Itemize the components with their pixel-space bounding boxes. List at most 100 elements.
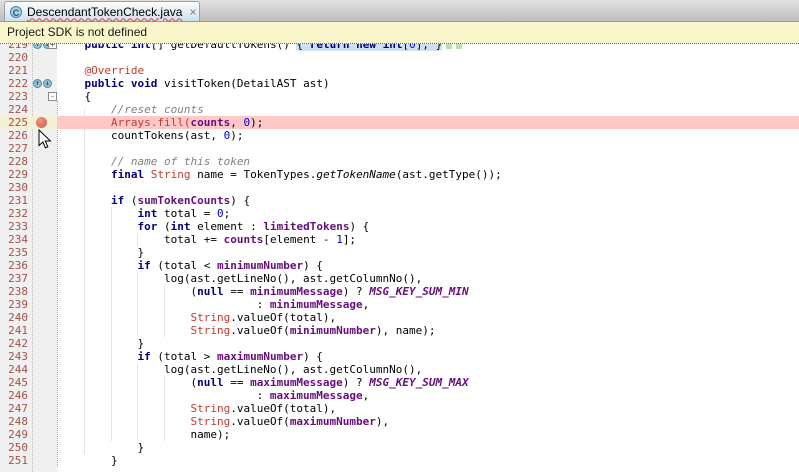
code-line[interactable]: 230 bbox=[0, 181, 799, 194]
code-token: [element - bbox=[263, 233, 336, 246]
line-number[interactable]: 231 bbox=[0, 194, 28, 207]
line-number[interactable]: 226 bbox=[0, 129, 28, 142]
line-number[interactable]: 224 bbox=[0, 103, 28, 116]
code-token: if bbox=[137, 259, 150, 272]
code-text: } bbox=[58, 441, 144, 454]
code-line[interactable]: 236 if (total < minimumNumber) { bbox=[0, 259, 799, 272]
line-number[interactable]: 249 bbox=[0, 428, 28, 441]
line-number[interactable]: 250 bbox=[0, 441, 28, 454]
line-number[interactable]: 235 bbox=[0, 246, 28, 259]
code-line[interactable]: 248 String.valueOf(maximumNumber), bbox=[0, 415, 799, 428]
line-number[interactable]: 237 bbox=[0, 272, 28, 285]
code-token bbox=[58, 220, 137, 233]
code-text: log(ast.getLineNo(), ast.getColumnNo(), bbox=[58, 272, 422, 285]
code-line[interactable]: 223 - { bbox=[0, 90, 799, 103]
code-line[interactable]: 246 : maximumMessage, bbox=[0, 389, 799, 402]
code-token: ( bbox=[157, 220, 170, 233]
code-line[interactable]: 224 //reset counts bbox=[0, 103, 799, 116]
line-number[interactable]: 248 bbox=[0, 415, 28, 428]
override-down-icon[interactable]: ↓ bbox=[43, 79, 52, 88]
line-number[interactable]: 229 bbox=[0, 168, 28, 181]
code-token: maximumNumber bbox=[290, 415, 376, 428]
code-token: String bbox=[190, 324, 230, 337]
line-number[interactable]: 243 bbox=[0, 350, 28, 363]
line-number[interactable]: 236 bbox=[0, 259, 28, 272]
line-number[interactable]: 247 bbox=[0, 402, 28, 415]
code-line[interactable]: 244 log(ast.getLineNo(), ast.getColumnNo… bbox=[0, 363, 799, 376]
code-token: ]; bbox=[343, 233, 356, 246]
line-number[interactable]: 221 bbox=[0, 64, 28, 77]
line-number[interactable]: 234 bbox=[0, 233, 28, 246]
code-editor[interactable]: 219↑↓+ public int[] getDefaultTokens() {… bbox=[0, 21, 799, 472]
code-line[interactable]: 243 if (total > maximumNumber) { bbox=[0, 350, 799, 363]
code-token: } bbox=[58, 246, 144, 259]
code-line[interactable]: 233 for (int element : limitedTokens) { bbox=[0, 220, 799, 233]
code-line[interactable]: 238 (null == minimumMessage) ? MSG_KEY_S… bbox=[0, 285, 799, 298]
code-line[interactable]: 228 // name of this token bbox=[0, 155, 799, 168]
code-line[interactable]: 231 if (sumTokenCounts) { bbox=[0, 194, 799, 207]
code-line[interactable]: 240 String.valueOf(total), bbox=[0, 311, 799, 324]
line-number[interactable]: 228 bbox=[0, 155, 28, 168]
code-token: ) { bbox=[303, 259, 323, 272]
line-number[interactable]: 223 bbox=[0, 90, 28, 103]
code-text: } bbox=[58, 246, 144, 259]
line-number[interactable]: 245 bbox=[0, 376, 28, 389]
code-line[interactable]: 227 bbox=[0, 142, 799, 155]
code-text: : maximumMessage, bbox=[58, 389, 369, 402]
code-token: maximumMessage bbox=[250, 376, 343, 389]
line-number[interactable]: 240 bbox=[0, 311, 28, 324]
code-line[interactable]: 235 } bbox=[0, 246, 799, 259]
code-text: // name of this token bbox=[58, 155, 250, 168]
code-token: name = TokenTypes. bbox=[190, 168, 316, 181]
override-up-icon[interactable]: ↑ bbox=[33, 79, 42, 88]
line-number[interactable]: 222 bbox=[0, 77, 28, 90]
class-icon: C bbox=[10, 6, 22, 18]
code-line[interactable]: 234 total += counts[element - 1]; bbox=[0, 233, 799, 246]
line-number[interactable]: 233 bbox=[0, 220, 28, 233]
breakpoint-icon[interactable] bbox=[36, 117, 47, 128]
code-line[interactable]: 229 final String name = TokenTypes.getTo… bbox=[0, 168, 799, 181]
fold-toggle-icon[interactable]: - bbox=[48, 92, 57, 101]
code-line[interactable]: 237 log(ast.getLineNo(), ast.getColumnNo… bbox=[0, 272, 799, 285]
line-number[interactable]: 241 bbox=[0, 324, 28, 337]
code-line[interactable]: 249 name); bbox=[0, 428, 799, 441]
line-number[interactable]: 232 bbox=[0, 207, 28, 220]
code-line[interactable]: 242 } bbox=[0, 337, 799, 350]
code-token: //reset counts bbox=[111, 103, 204, 116]
code-line[interactable]: 241 String.valueOf(minimumNumber), name)… bbox=[0, 324, 799, 337]
line-number[interactable]: 220 bbox=[0, 51, 28, 64]
code-line[interactable]: 221 @Override bbox=[0, 64, 799, 77]
file-tab[interactable]: C DescendantTokenCheck.java × bbox=[4, 1, 200, 21]
code-line[interactable]: 232 int total = 0; bbox=[0, 207, 799, 220]
code-line[interactable]: 251 } bbox=[0, 454, 799, 467]
code-token: // name of this token bbox=[111, 155, 250, 168]
code-line[interactable]: 250 } bbox=[0, 441, 799, 454]
line-number[interactable]: 230 bbox=[0, 181, 28, 194]
line-number[interactable]: 251 bbox=[0, 454, 28, 467]
line-number[interactable]: 227 bbox=[0, 142, 28, 155]
code-line[interactable]: 222↑↓ public void visitToken(DetailAST a… bbox=[0, 77, 799, 90]
code-token: ), bbox=[376, 415, 389, 428]
line-number[interactable]: 238 bbox=[0, 285, 28, 298]
code-text: @Override bbox=[58, 64, 144, 77]
code-line[interactable]: 226 countTokens(ast, 0); bbox=[0, 129, 799, 142]
mouse-cursor bbox=[38, 129, 52, 149]
code-token: .valueOf(total), bbox=[230, 402, 336, 415]
line-number[interactable]: 244 bbox=[0, 363, 28, 376]
code-line[interactable]: 245 (null == maximumMessage) ? MSG_KEY_S… bbox=[0, 376, 799, 389]
code-line[interactable]: 220 bbox=[0, 51, 799, 64]
code-token: int bbox=[137, 207, 157, 220]
code-line[interactable]: 247 String.valueOf(total), bbox=[0, 402, 799, 415]
code-token: minimumMessage bbox=[270, 298, 363, 311]
code-token: == bbox=[224, 376, 251, 389]
code-token: { bbox=[58, 90, 91, 103]
code-text: int total = 0; bbox=[58, 207, 230, 220]
line-number[interactable]: 242 bbox=[0, 337, 28, 350]
line-number[interactable]: 246 bbox=[0, 389, 28, 402]
line-number[interactable]: 239 bbox=[0, 298, 28, 311]
line-number[interactable]: 225 bbox=[0, 116, 28, 129]
code-token: (total > bbox=[151, 350, 217, 363]
code-line[interactable]: 239 : minimumMessage, bbox=[0, 298, 799, 311]
tab-close-icon[interactable]: × bbox=[189, 6, 196, 18]
code-line[interactable]: 225 Arrays.fill(counts, 0); bbox=[0, 116, 799, 129]
